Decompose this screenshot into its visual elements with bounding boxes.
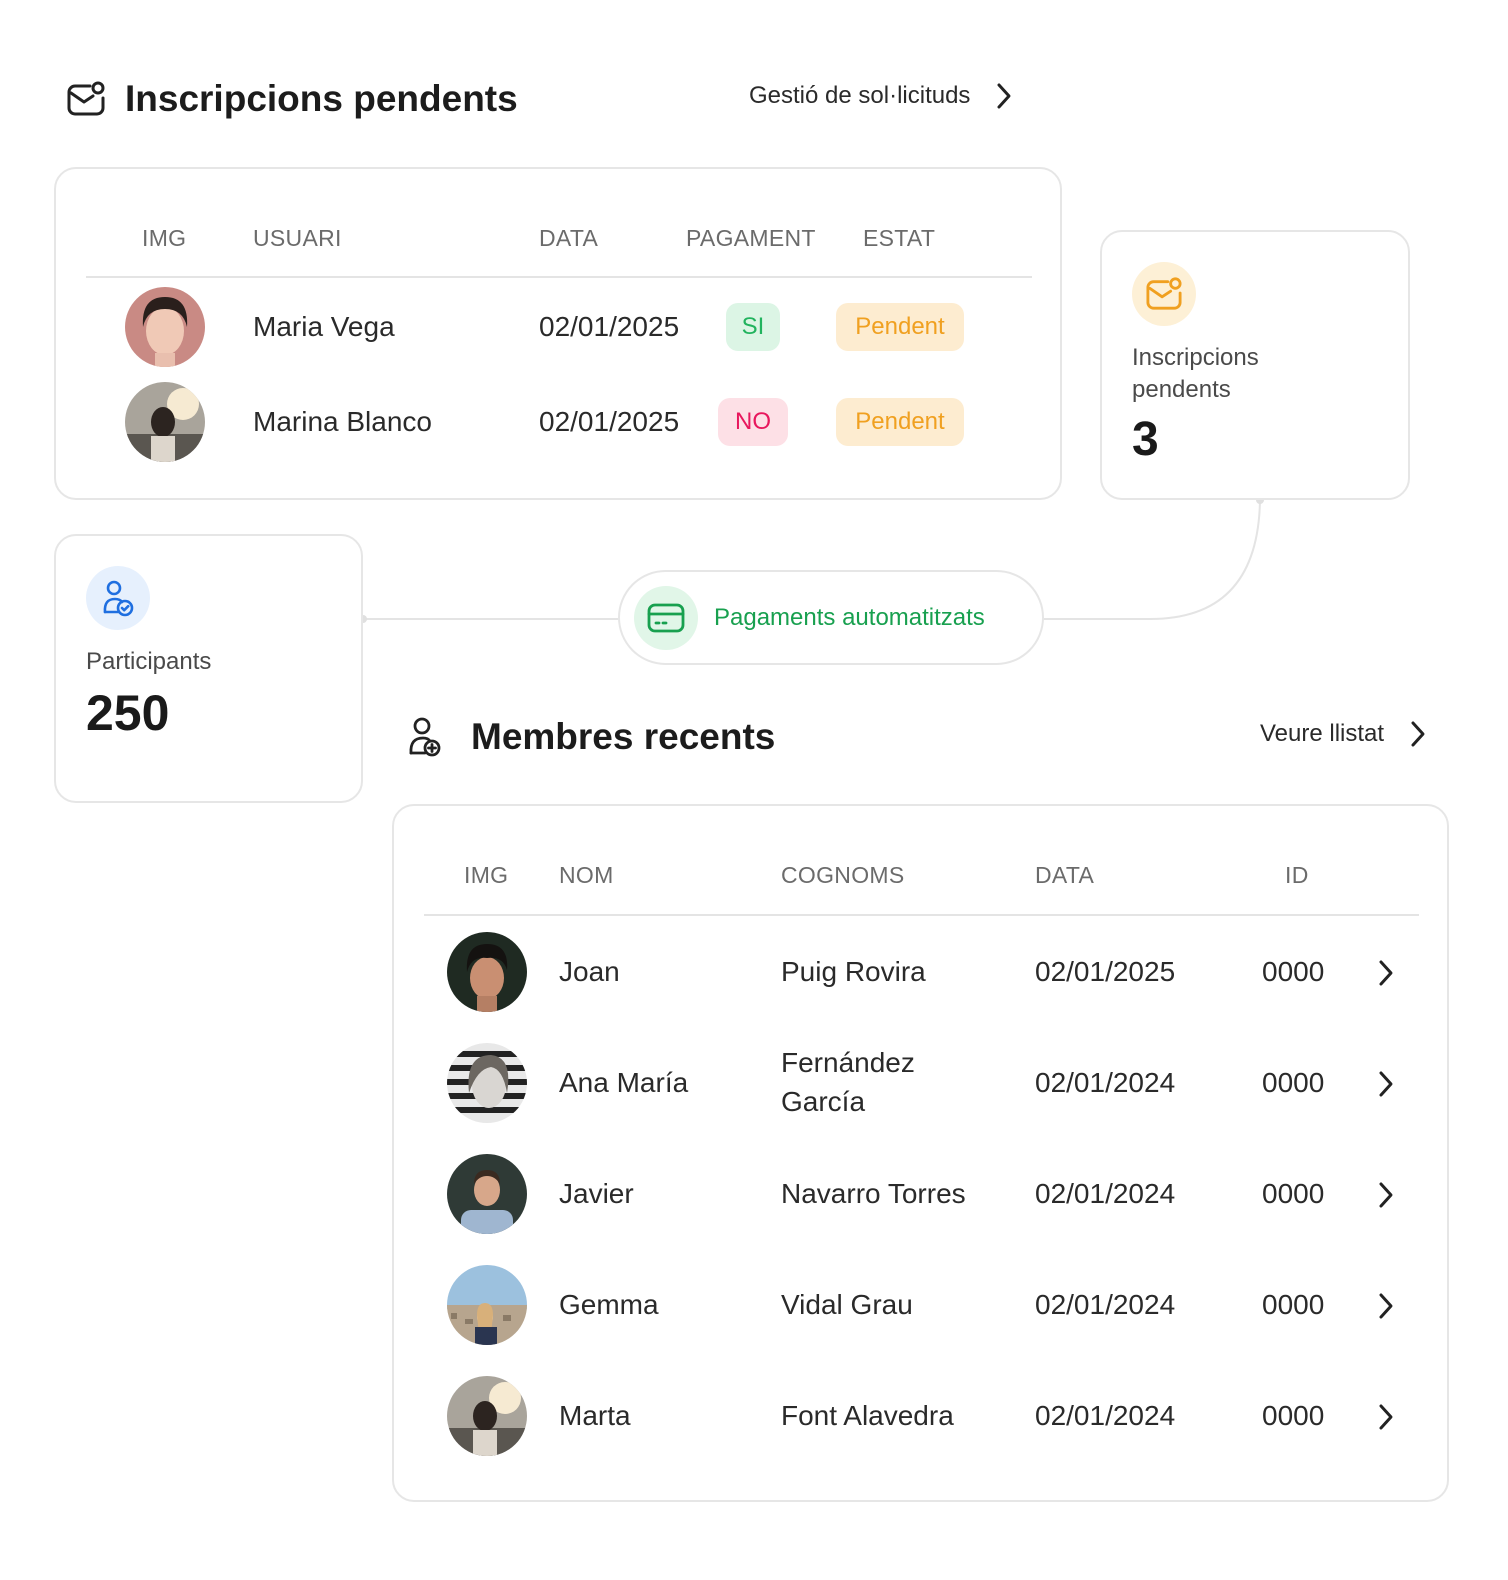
avatar [447,1265,527,1345]
member-name: Joan [559,956,620,987]
participants-icon-bubble [86,566,150,630]
chevron-right-icon [997,83,1011,109]
members-section-header: Membres recents Veure llistat [408,714,1448,762]
request-date: 02/01/2025 [539,406,680,437]
user-check-icon [103,580,134,617]
col-header-img: IMG [142,225,187,251]
table-row[interactable]: Marina Blanco 02/01/2025 NO Pendent [56,380,1060,464]
table-row[interactable]: Gemma Vidal Grau 02/01/2024 0000 [394,1264,1447,1348]
avatar [447,1376,527,1456]
user-add-icon [408,716,442,763]
member-id: 0000 [1262,1400,1325,1431]
chevron-right-icon [1411,721,1425,747]
table-row[interactable]: Maria Vega 02/01/2025 SI Pendent [56,285,1060,369]
payment-badge: NO [718,398,788,446]
col-header-surname: COGNOMS [781,862,905,888]
member-surname-line1: Fernández [781,1047,915,1078]
member-date: 02/01/2024 [1035,1289,1176,1320]
chevron-right-icon[interactable] [1378,1292,1394,1320]
pending-stat-value: 3 [1132,413,1159,466]
pending-stat-card: Inscripcions pendents 3 [1100,230,1410,500]
table-row[interactable]: Ana María Fernández García 02/01/2024 00… [394,1042,1447,1126]
member-surname: Navarro Torres [781,1178,966,1209]
status-badge: Pendent [836,303,964,351]
automated-payments-label: Pagaments automatitzats [714,603,985,631]
table-row[interactable]: Javier Navarro Torres 02/01/2024 0000 [394,1153,1447,1237]
col-header-name: NOM [559,862,614,888]
member-name: Javier [559,1178,634,1209]
avatar [125,287,205,367]
chevron-right-icon[interactable] [1378,1070,1394,1098]
member-date: 02/01/2024 [1035,1400,1176,1431]
payments-icon-bubble [634,585,698,650]
user-name: Maria Vega [253,311,395,342]
status-badge: Pendent [836,398,964,446]
member-surname: Font Alavedra [781,1400,954,1431]
col-header-payment: PAGAMENT [686,225,816,251]
request-date: 02/01/2025 [539,311,680,342]
view-list-label: Veure llistat [1260,720,1385,747]
pending-section-title: Inscripcions pendents [125,78,518,119]
col-header-date: DATA [539,225,599,251]
members-table-card: IMG NOM COGNOMS DATA ID Joan Puig Rovira… [392,804,1449,1502]
member-surname-line2: García [781,1086,866,1117]
member-name: Ana María [559,1067,689,1098]
member-date: 02/01/2025 [1035,956,1176,987]
header-divider [424,914,1419,916]
member-surname: Puig Rovira [781,956,926,987]
col-header-date: DATA [1035,862,1095,888]
mail-notification-icon [1146,277,1182,310]
member-id: 0000 [1262,956,1325,987]
participants-stat-card: Participants 250 [54,534,363,803]
pending-table-card: IMG USUARI DATA PAGAMENT ESTAT Maria Veg… [54,167,1062,500]
manage-requests-label: Gestió de sol·licituds [749,82,971,109]
avatar [447,932,527,1012]
col-header-user: USUARI [253,225,342,251]
payment-badge: SI [726,303,780,351]
header-divider [86,276,1032,278]
member-surname: Vidal Grau [781,1289,913,1320]
chevron-right-icon[interactable] [1378,959,1394,987]
pending-stat-label: Inscripcions pendents [1132,344,1259,403]
members-section-title: Membres recents [471,716,776,757]
col-header-img: IMG [464,862,509,888]
table-row[interactable]: Marta Font Alavedra 02/01/2024 0000 [394,1375,1447,1459]
user-name: Marina Blanco [253,406,432,437]
member-name: Marta [559,1400,631,1431]
credit-card-icon [647,603,685,632]
automated-payments-pill[interactable]: Pagaments automatitzats [618,570,1044,665]
avatar [447,1043,527,1123]
chevron-right-icon[interactable] [1378,1181,1394,1209]
view-list-link[interactable]: Veure llistat [1260,720,1426,748]
mail-notification-icon [66,80,106,123]
avatar [447,1154,527,1234]
avatar [125,382,205,462]
member-date: 02/01/2024 [1035,1178,1176,1209]
manage-requests-link[interactable]: Gestió de sol·licituds [749,82,1012,110]
pending-section-header: Inscripcions pendents Gestió de sol·lici… [66,78,1036,124]
col-header-id: ID [1285,862,1309,888]
chevron-right-icon[interactable] [1378,1403,1394,1431]
participants-value: 250 [86,685,170,741]
table-row[interactable]: Joan Puig Rovira 02/01/2025 0000 [394,931,1447,1015]
member-id: 0000 [1262,1067,1325,1098]
member-date: 02/01/2024 [1035,1067,1176,1098]
pending-stat-icon-bubble [1132,262,1196,326]
member-id: 0000 [1262,1289,1325,1320]
member-name: Gemma [559,1289,659,1320]
member-id: 0000 [1262,1178,1325,1209]
col-header-status: ESTAT [863,225,936,251]
participants-label: Participants [86,648,212,675]
